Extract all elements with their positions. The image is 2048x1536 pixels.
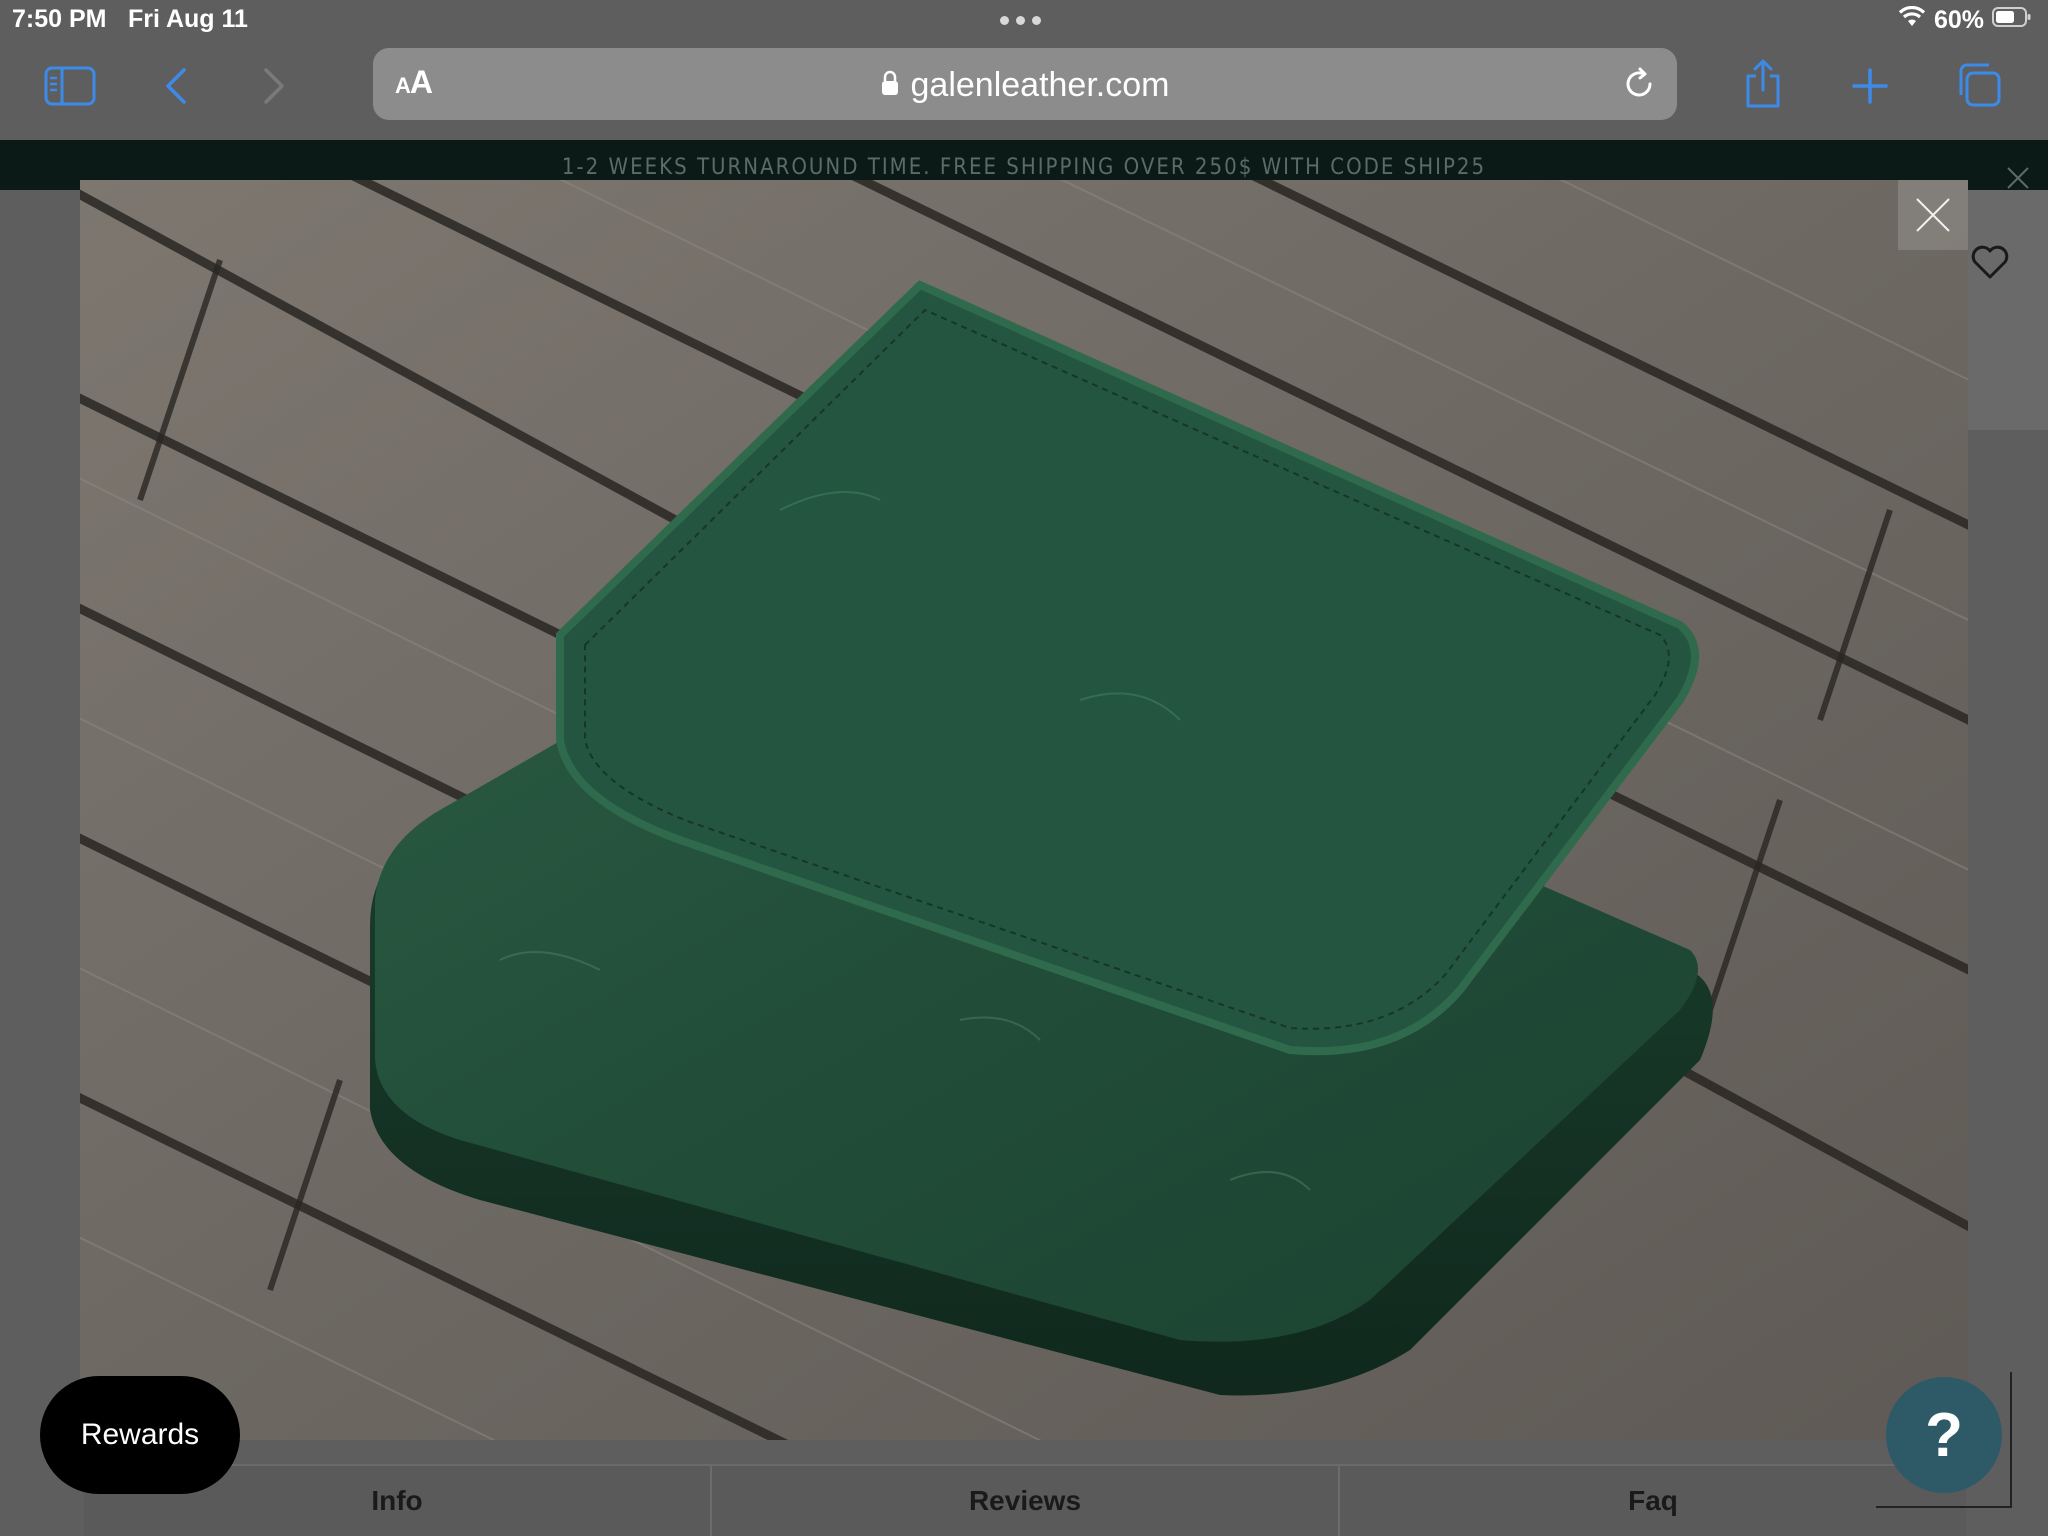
battery-icon: [1992, 6, 2032, 35]
multitasking-dots-icon[interactable]: [1000, 2, 1041, 25]
battery-percent: 60%: [1933, 6, 1984, 34]
wifi-icon: [1898, 5, 1926, 35]
browser-toolbar: AA galenleather.com: [0, 40, 2048, 140]
url-text[interactable]: galenleather.com: [911, 66, 1170, 105]
forward-icon[interactable]: [258, 64, 290, 108]
help-chat-button[interactable]: ?: [1886, 1377, 2002, 1493]
tab-faq[interactable]: Faq: [1338, 1466, 1966, 1536]
product-tabs: Info Reviews Faq: [84, 1464, 1966, 1536]
sidebar-toggle-icon[interactable]: [42, 64, 98, 108]
wishlist-heart-icon[interactable]: [1970, 244, 2010, 285]
reload-icon[interactable]: [1621, 66, 1657, 107]
lightbox-close-button[interactable]: [1898, 180, 1968, 250]
product-image-lightbox: [80, 180, 1968, 1440]
tab-reviews[interactable]: Reviews: [710, 1466, 1338, 1536]
lock-icon: [881, 66, 899, 105]
address-bar[interactable]: AA galenleather.com: [373, 48, 1677, 120]
screen: 7:50 PM Fri Aug 11 60% AA galenleather.c…: [0, 0, 2048, 1536]
status-time: 7:50 PM: [12, 5, 107, 33]
back-icon[interactable]: [160, 64, 192, 108]
rewards-button[interactable]: Rewards: [40, 1376, 240, 1494]
status-bar: 7:50 PM Fri Aug 11 60%: [0, 0, 2048, 40]
new-tab-icon[interactable]: [1848, 64, 1892, 108]
status-right: 60%: [1898, 5, 2032, 35]
status-date: Fri Aug 11: [128, 5, 248, 33]
page-background-strip: [1966, 190, 2048, 430]
announcement-text: 1-2 WEEKS TURNAROUND TIME. FREE SHIPPING…: [561, 155, 1487, 180]
share-icon[interactable]: [1740, 58, 1786, 110]
close-icon: [1916, 198, 1950, 232]
product-photo: [80, 180, 1968, 1440]
tabs-overview-icon[interactable]: [1954, 60, 2004, 110]
